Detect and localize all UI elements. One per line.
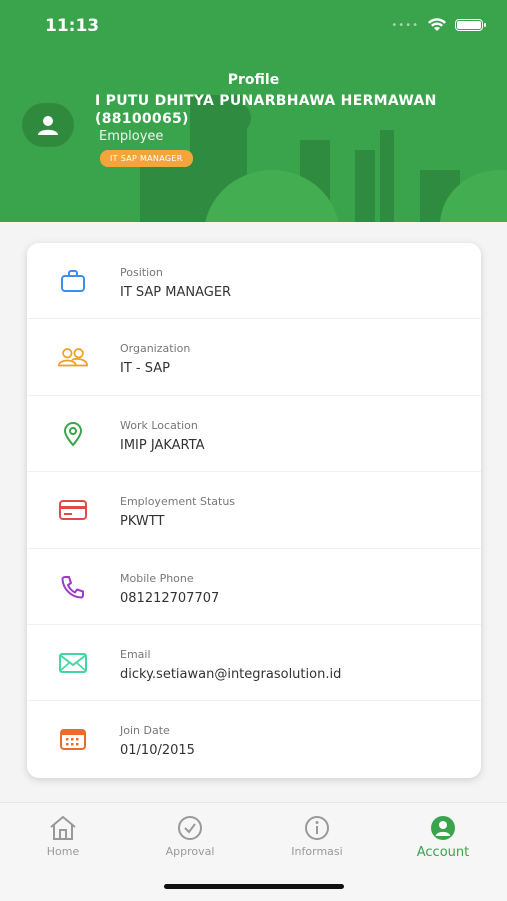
detail-row-email: Email dicky.setiawan@integrasolution.id: [27, 625, 481, 702]
detail-row-organization: Organization IT - SAP: [27, 319, 481, 396]
tab-informasi[interactable]: Informasi: [272, 815, 362, 858]
detail-value: 01/10/2015: [120, 743, 195, 759]
detail-row-join-date: Join Date 01/10/2015: [27, 701, 481, 777]
detail-row-employment-status: Employement Status PKWTT: [27, 472, 481, 549]
status-time: 11:13: [45, 16, 100, 36]
detail-label: Employement Status: [120, 495, 236, 509]
tab-label: Approval: [165, 845, 215, 858]
detail-row-mobile-phone: Mobile Phone 081212707707: [27, 549, 481, 625]
position-badge: IT SAP MANAGER: [100, 150, 193, 167]
briefcase-icon: [57, 267, 89, 295]
phone-icon: [57, 573, 89, 601]
home-indicator: [164, 884, 344, 889]
detail-row-position: Position IT SAP MANAGER: [27, 243, 481, 320]
battery-icon: [455, 19, 486, 31]
check-circle-icon: [145, 815, 235, 841]
tab-account[interactable]: Account: [398, 815, 488, 860]
signal-icon: ••••: [391, 19, 419, 31]
profile-details-card: Position IT SAP MANAGER Organization IT …: [27, 243, 481, 778]
card-icon: [57, 496, 89, 524]
info-icon: [272, 815, 362, 841]
status-bar: 11:13 ••••: [0, 0, 507, 52]
detail-label: Join Date: [120, 724, 170, 738]
tab-approval[interactable]: Approval: [145, 815, 235, 858]
detail-value: dicky.setiawan@integrasolution.id: [120, 666, 342, 682]
profile-header: 11:13 •••• Profile I PUTU DHITYA PUNARBH…: [0, 0, 507, 222]
detail-row-work-location: Work Location IMIP JAKARTA: [27, 396, 481, 473]
detail-value: IT SAP MANAGER: [120, 285, 232, 300]
detail-value: 081212707707: [120, 590, 220, 606]
detail-label: Work Location: [120, 418, 198, 432]
detail-value: IMIP JAKARTA: [120, 437, 205, 453]
detail-value: PKWTT: [120, 514, 165, 530]
tab-home[interactable]: Home: [18, 815, 108, 858]
detail-label: Email: [120, 647, 151, 661]
page-title: Profile: [227, 72, 280, 88]
tab-label: Home: [46, 845, 80, 858]
account-icon: [398, 815, 488, 841]
home-icon: [18, 815, 108, 841]
detail-label: Mobile Phone: [120, 571, 194, 585]
employee-name: I PUTU DHITYA PUNARBHAWA HERMAWAN (88100…: [95, 93, 437, 127]
envelope-icon: [57, 649, 89, 677]
location-pin-icon: [57, 420, 89, 448]
user-icon: [38, 116, 58, 135]
detail-value: IT - SAP: [120, 361, 170, 377]
employee-role: Employee: [99, 129, 164, 144]
tab-label: Informasi: [291, 845, 343, 858]
detail-label: Organization: [120, 342, 191, 356]
tab-label: Account: [416, 845, 470, 860]
detail-label: Position: [120, 266, 163, 279]
wifi-icon: [428, 18, 446, 31]
avatar[interactable]: [22, 103, 74, 147]
people-icon: [57, 343, 89, 371]
calendar-icon: [57, 725, 89, 753]
